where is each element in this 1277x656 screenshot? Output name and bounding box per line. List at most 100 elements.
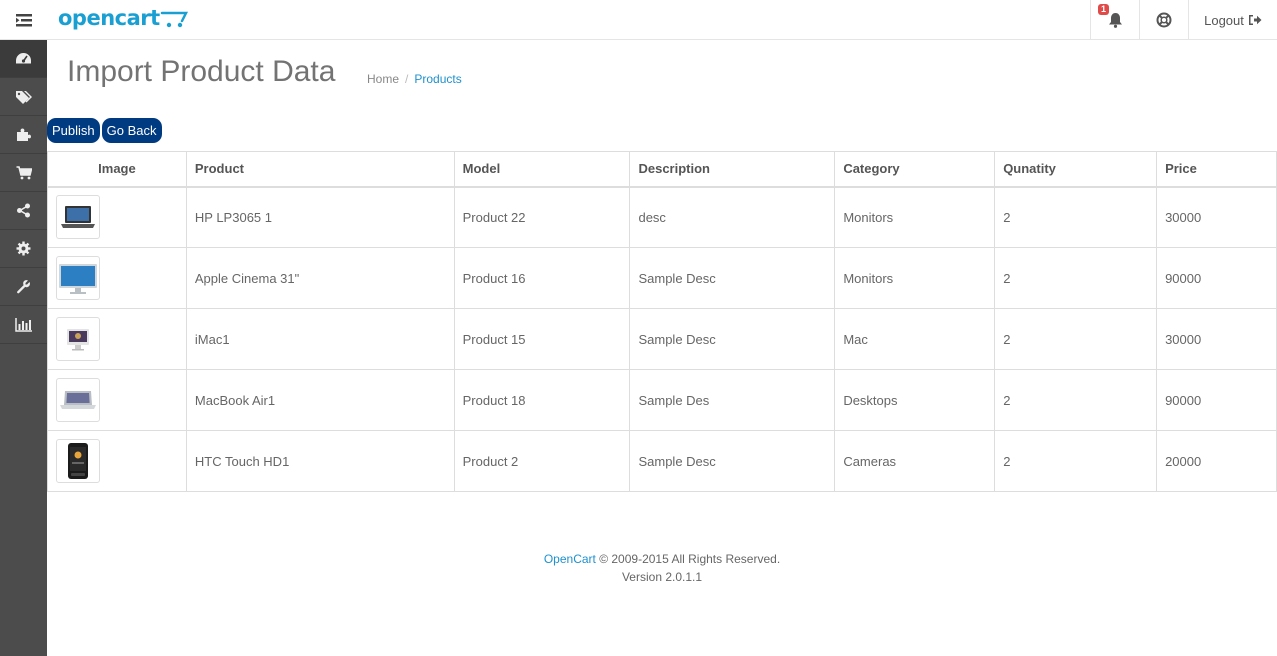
product-price-cell: 30000 xyxy=(1156,186,1277,248)
menu-icon xyxy=(15,13,32,26)
top-header: opencart 1 Logout xyxy=(0,0,1277,40)
menu-toggle-button[interactable] xyxy=(0,0,47,40)
product-description-cell: Sample Des xyxy=(629,369,836,431)
go-back-button[interactable]: Go Back xyxy=(101,118,162,143)
product-price-cell: 90000 xyxy=(1156,247,1277,309)
imac-icon xyxy=(67,329,89,351)
product-model-cell: Product 2 xyxy=(453,430,631,492)
column-header-model: Model xyxy=(453,151,631,188)
table-header-row: Image Product Model Description Category… xyxy=(47,151,1277,188)
product-description-cell: Sample Desc xyxy=(629,308,836,370)
product-quantity-cell: 2 xyxy=(994,430,1158,492)
phone-icon xyxy=(68,443,88,479)
product-thumbnail xyxy=(56,378,100,422)
product-price-cell: 30000 xyxy=(1156,308,1277,370)
cart-icon xyxy=(16,165,32,179)
product-quantity-cell: 2 xyxy=(994,369,1158,431)
breadcrumb-products[interactable]: Products xyxy=(414,72,461,86)
column-header-category: Category xyxy=(834,151,996,188)
sidebar-item-tools[interactable] xyxy=(0,268,47,306)
breadcrumb-home[interactable]: Home xyxy=(367,72,399,86)
gear-icon xyxy=(16,241,31,256)
help-button[interactable] xyxy=(1139,0,1188,40)
product-category-cell: Monitors xyxy=(834,247,996,309)
column-header-price: Price xyxy=(1156,151,1277,188)
product-category-cell: Desktops xyxy=(834,369,996,431)
footer-brand-link[interactable]: OpenCart xyxy=(544,552,596,566)
logo-text: opencart xyxy=(58,6,160,30)
product-image-cell xyxy=(47,247,187,309)
product-thumbnail xyxy=(56,256,100,300)
share-icon xyxy=(17,203,30,218)
logo[interactable]: opencart xyxy=(58,3,190,33)
logout-label: Logout xyxy=(1204,12,1244,28)
product-quantity-cell: 2 xyxy=(994,247,1158,309)
column-header-product: Product xyxy=(185,151,455,188)
cart-logo-icon xyxy=(160,11,188,28)
wrench-icon xyxy=(17,280,30,294)
monitor-icon xyxy=(59,264,97,294)
publish-button[interactable]: Publish xyxy=(47,118,100,143)
product-quantity-cell: 2 xyxy=(994,308,1158,370)
table-row: HP LP3065 1 Product 22 desc Monitors 2 3… xyxy=(47,186,1277,248)
bell-icon xyxy=(1108,13,1122,28)
column-header-description: Description xyxy=(629,151,836,188)
sign-out-icon xyxy=(1248,15,1262,25)
sidebar-item-reports[interactable] xyxy=(0,306,47,344)
copyright-text: © 2009-2015 All Rights Reserved. xyxy=(595,552,781,566)
column-header-image: Image xyxy=(47,151,187,188)
product-name-cell: iMac1 xyxy=(185,308,455,370)
bar-chart-icon xyxy=(15,317,32,332)
sidebar-item-catalog[interactable] xyxy=(0,78,47,116)
table-row: HTC Touch HD1 Product 2 Sample Desc Came… xyxy=(47,430,1277,492)
puzzle-icon xyxy=(17,128,31,141)
product-image-cell xyxy=(47,369,187,431)
product-name-cell: HP LP3065 1 xyxy=(185,186,455,248)
sidebar-item-dashboard[interactable] xyxy=(0,40,47,78)
product-model-cell: Product 15 xyxy=(453,308,631,370)
product-model-cell: Product 16 xyxy=(453,247,631,309)
product-category-cell: Mac xyxy=(834,308,996,370)
product-thumbnail xyxy=(56,195,100,240)
product-name-cell: MacBook Air1 xyxy=(185,369,455,431)
table-row: iMac1 Product 15 Sample Desc Mac 2 30000 xyxy=(47,308,1277,370)
sidebar-nav xyxy=(0,40,47,656)
page-footer: OpenCart © 2009-2015 All Rights Reserved… xyxy=(47,550,1277,586)
breadcrumb-separator: / xyxy=(405,72,409,86)
notifications-button[interactable]: 1 xyxy=(1090,0,1139,40)
tags-icon xyxy=(16,90,32,104)
product-model-cell: Product 22 xyxy=(453,186,631,248)
product-description-cell: desc xyxy=(629,186,836,248)
sidebar-item-extensions[interactable] xyxy=(0,116,47,154)
product-description-cell: Sample Desc xyxy=(629,430,836,492)
product-image-cell xyxy=(47,308,187,370)
macbook-icon xyxy=(60,391,96,409)
life-ring-icon xyxy=(1156,12,1172,28)
table-row: MacBook Air1 Product 18 Sample Des Deskt… xyxy=(47,369,1277,431)
dashboard-icon xyxy=(16,53,31,64)
column-header-quantity: Qunatity xyxy=(994,151,1158,188)
product-category-cell: Cameras xyxy=(834,430,996,492)
product-category-cell: Monitors xyxy=(834,186,996,248)
table-row: Apple Cinema 31" Product 16 Sample Desc … xyxy=(47,247,1277,309)
sidebar-item-system[interactable] xyxy=(0,230,47,268)
logout-button[interactable]: Logout xyxy=(1188,0,1277,40)
notification-badge: 1 xyxy=(1098,4,1110,15)
product-model-cell: Product 18 xyxy=(453,369,631,431)
sidebar-item-sales[interactable] xyxy=(0,154,47,192)
sidebar-item-marketing[interactable] xyxy=(0,192,47,230)
breadcrumb: Home / Products xyxy=(367,72,462,86)
product-thumbnail xyxy=(56,317,100,361)
action-buttons: Publish Go Back xyxy=(47,118,162,143)
product-description-cell: Sample Desc xyxy=(629,247,836,309)
laptop-icon xyxy=(61,206,95,229)
version-text: Version 2.0.1.1 xyxy=(621,570,703,584)
page-title: Import Product Data xyxy=(67,55,336,88)
product-image-cell xyxy=(47,186,187,248)
product-price-cell: 20000 xyxy=(1156,430,1277,492)
product-image-cell xyxy=(47,430,187,492)
products-table: Image Product Model Description Category… xyxy=(47,151,1277,492)
product-price-cell: 90000 xyxy=(1156,369,1277,431)
product-thumbnail xyxy=(56,439,100,483)
product-name-cell: HTC Touch HD1 xyxy=(185,430,455,492)
